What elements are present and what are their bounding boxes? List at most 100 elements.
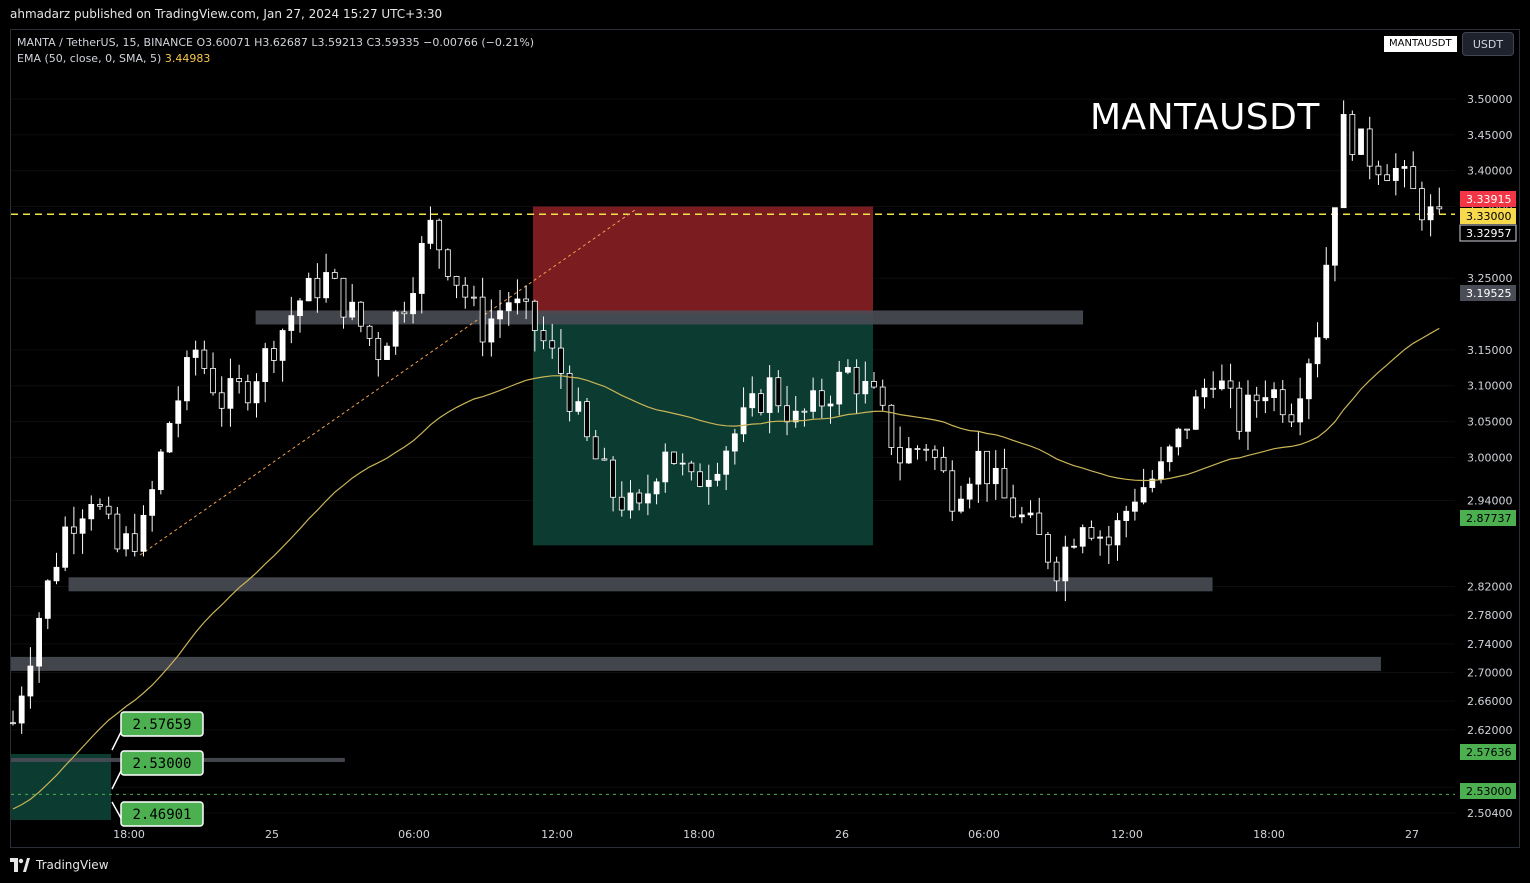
candle-body xyxy=(1236,387,1243,432)
price-label: 2.57636 xyxy=(1466,746,1512,759)
candle-body xyxy=(1071,545,1077,548)
x-tick-label: 18:00 xyxy=(683,828,715,841)
candle-body xyxy=(105,505,112,515)
candle-body xyxy=(558,347,564,374)
candle-body xyxy=(210,367,216,394)
candle-body xyxy=(1088,527,1095,539)
currency-button[interactable]: USDT xyxy=(1462,32,1514,56)
candle-body xyxy=(610,459,616,498)
candle-body xyxy=(871,381,877,388)
candle-body xyxy=(314,277,321,299)
ema-label: EMA (50, close, 0, SMA, 5) xyxy=(17,52,162,65)
candle-body xyxy=(1010,497,1017,518)
candle-body xyxy=(1227,380,1234,389)
candle-body xyxy=(975,450,982,485)
candle-body xyxy=(392,311,399,347)
candle-body xyxy=(140,514,147,552)
candle-body xyxy=(1166,446,1173,463)
y-tick-label: 2.74000 xyxy=(1467,638,1513,651)
y-tick-label: 2.94000 xyxy=(1467,494,1513,507)
candle-body xyxy=(679,462,686,465)
footer-bg xyxy=(0,848,1530,883)
price-label: 2.53000 xyxy=(1466,785,1512,798)
candle-body xyxy=(62,526,69,568)
candle-body xyxy=(923,448,930,451)
candle-body xyxy=(853,367,860,395)
candle-body xyxy=(1140,487,1147,503)
candle-body xyxy=(88,504,95,520)
y-tick-label: 2.82000 xyxy=(1467,580,1513,593)
candle-body xyxy=(1392,168,1399,181)
candle-body xyxy=(653,481,660,495)
x-tick-label: 27 xyxy=(1405,828,1419,841)
candle-body xyxy=(714,473,721,481)
candle-body xyxy=(740,407,747,435)
candle-body xyxy=(1323,264,1330,339)
candle-body xyxy=(575,401,582,412)
price-label: 3.19525 xyxy=(1466,287,1512,300)
candle-body xyxy=(1262,397,1269,402)
candle-body xyxy=(375,337,382,360)
candle-body xyxy=(1401,166,1408,169)
candle-body xyxy=(244,381,251,404)
candle-body xyxy=(566,373,573,412)
candle-body xyxy=(70,526,77,534)
candle-body xyxy=(479,296,486,343)
support-resistance-zone xyxy=(255,310,1084,325)
candle-body xyxy=(549,340,556,349)
candle-body xyxy=(1027,512,1034,516)
y-tick-label: 2.70000 xyxy=(1467,666,1513,679)
y-tick-label: 3.50000 xyxy=(1467,93,1513,106)
candle-body xyxy=(888,404,895,448)
y-tick-label: 3.25000 xyxy=(1467,272,1513,285)
candle-body xyxy=(53,566,60,582)
candle-body xyxy=(662,451,669,483)
candle-body xyxy=(749,393,756,409)
candle-body xyxy=(1097,536,1104,539)
candle-body xyxy=(488,318,495,343)
candle-body xyxy=(1340,114,1347,209)
candle-body xyxy=(1410,166,1417,190)
candle-body xyxy=(1271,389,1277,398)
candle-body xyxy=(1105,536,1112,546)
candle-body xyxy=(584,401,590,438)
candle-body xyxy=(1201,387,1208,398)
candle-body xyxy=(671,451,677,464)
candle-body xyxy=(949,470,956,512)
candle-body xyxy=(627,492,634,511)
candle-body xyxy=(1192,396,1199,430)
candle-body xyxy=(436,219,443,251)
candle-body xyxy=(1332,207,1338,266)
candle-body xyxy=(1210,387,1217,390)
x-tick-label: 12:00 xyxy=(541,828,573,841)
candle-body xyxy=(79,518,86,534)
candle-body xyxy=(401,311,408,315)
candle-body xyxy=(427,219,434,244)
candle-body xyxy=(462,284,469,298)
footer-brand: TradingView xyxy=(36,858,109,872)
candle-body xyxy=(471,296,477,299)
support-resistance-zone xyxy=(68,577,1213,592)
y-tick-label: 3.10000 xyxy=(1467,380,1513,393)
candle-body xyxy=(123,533,129,550)
candle-body xyxy=(758,393,764,413)
x-tick-label: 26 xyxy=(835,828,849,841)
y-tick-label: 3.15000 xyxy=(1467,344,1513,357)
candle-body xyxy=(636,492,643,504)
candle-body xyxy=(723,450,730,475)
candle-body xyxy=(331,272,338,279)
candle-body xyxy=(897,447,903,464)
candle-body xyxy=(262,348,269,383)
candle-body xyxy=(1375,165,1382,176)
candle-body xyxy=(1288,414,1295,423)
price-label: 2.87737 xyxy=(1466,512,1512,525)
candle-body xyxy=(766,377,773,413)
candle-body xyxy=(36,617,42,667)
candle-body xyxy=(1218,380,1225,390)
candle-body xyxy=(1018,514,1025,518)
candle-body xyxy=(1253,394,1260,402)
stop-loss-zone xyxy=(533,206,873,315)
candle-body xyxy=(1053,561,1060,582)
candle-body xyxy=(323,272,329,299)
candle-body xyxy=(940,456,947,472)
